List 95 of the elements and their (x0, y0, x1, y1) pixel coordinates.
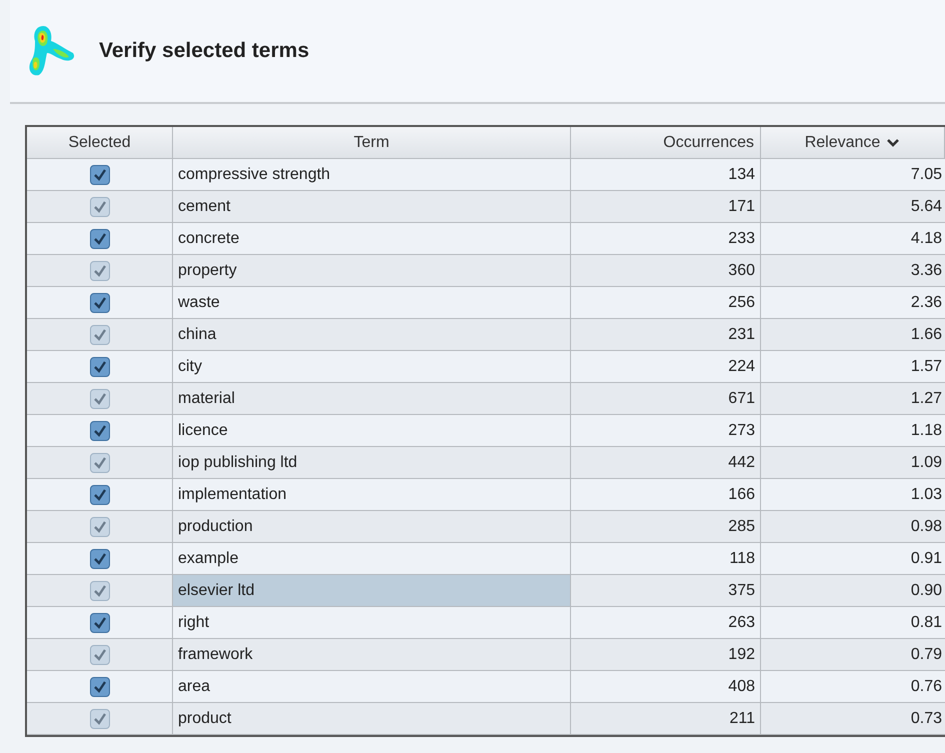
checkbox[interactable] (90, 164, 110, 184)
term-cell[interactable]: concrete (173, 223, 571, 254)
column-header[interactable]: Term (173, 127, 571, 158)
occurrences-cell: 285 (571, 511, 761, 542)
occurrences-cell: 360 (571, 255, 761, 286)
checkmark-icon (92, 552, 106, 566)
checkmark-icon (92, 360, 106, 374)
dialog-title: Verify selected terms (99, 39, 310, 63)
relevance-cell-text: 5.64 (910, 196, 943, 216)
column-header[interactable]: Relevance (761, 127, 945, 158)
occurrences-cell: 171 (571, 191, 761, 222)
term-cell[interactable]: compressive strength (173, 159, 571, 190)
checkmark-icon (92, 712, 106, 726)
checkmark-icon (92, 328, 106, 342)
column-header[interactable]: Occurrences (571, 127, 761, 158)
relevance-cell-text: 1.03 (910, 484, 943, 504)
relevance-cell-text: 0.76 (910, 676, 943, 696)
checkbox[interactable] (90, 356, 110, 376)
term-cell[interactable]: waste (173, 287, 571, 318)
term-cell[interactable]: implementation (173, 479, 571, 510)
checkbox[interactable] (90, 708, 110, 728)
checkmark-icon (92, 424, 106, 438)
relevance-cell-text: 0.81 (910, 612, 943, 632)
term-cell[interactable]: property (173, 255, 571, 286)
occurrences-cell: 256 (571, 287, 761, 318)
relevance-cell-text: 2.36 (910, 292, 943, 312)
occurrences-cell: 134 (571, 159, 761, 190)
occurrences-cell: 166 (571, 479, 761, 510)
checkmark-icon (92, 200, 106, 214)
occurrences-cell: 671 (571, 383, 761, 414)
checkmark-icon (92, 392, 106, 406)
occurrences-cell: 118 (571, 543, 761, 574)
checkbox[interactable] (90, 260, 110, 280)
term-cell[interactable]: example (173, 543, 571, 574)
checkmark-icon (92, 168, 106, 182)
term-cell[interactable]: right (173, 607, 571, 638)
checkmark-icon (92, 456, 106, 470)
checkbox[interactable] (90, 228, 110, 248)
relevance-cell-text: 1.66 (910, 324, 943, 344)
checkbox[interactable] (90, 452, 110, 472)
term-cell[interactable]: area (173, 671, 571, 702)
checkmark-icon (92, 680, 106, 694)
occurrences-cell: 192 (571, 639, 761, 670)
relevance-cell-text: 3.36 (910, 260, 943, 280)
occurrences-cell: 224 (571, 351, 761, 382)
term-cell[interactable]: framework (173, 639, 571, 670)
occurrences-cell: 231 (571, 319, 761, 350)
checkmark-icon (92, 648, 106, 662)
checkmark-icon (92, 264, 106, 278)
term-cell[interactable]: material (173, 383, 571, 414)
checkbox[interactable] (90, 388, 110, 408)
checkbox[interactable] (90, 484, 110, 504)
term-cell[interactable]: china (173, 319, 571, 350)
checkbox[interactable] (90, 516, 110, 536)
term-cell[interactable]: product (173, 703, 571, 734)
checkbox[interactable] (90, 612, 110, 632)
relevance-cell-text: 0.98 (910, 516, 943, 536)
relevance-cell-text: 1.18 (910, 420, 943, 440)
term-cell[interactable]: production (173, 511, 571, 542)
checkmark-icon (92, 616, 106, 630)
term-cell[interactable]: elsevier ltd (173, 575, 571, 606)
term-cell[interactable]: city (173, 351, 571, 382)
checkbox[interactable] (90, 644, 110, 664)
checkbox[interactable] (90, 420, 110, 440)
occurrences-cell: 408 (571, 671, 761, 702)
term-cell[interactable]: licence (173, 415, 571, 446)
relevance-cell-text: 0.90 (910, 580, 943, 600)
checkbox[interactable] (90, 196, 110, 216)
occurrences-cell: 273 (571, 415, 761, 446)
term-cell[interactable]: cement (173, 191, 571, 222)
relevance-cell-text: 0.79 (910, 644, 943, 664)
occurrences-cell: 263 (571, 607, 761, 638)
occurrences-cell: 211 (571, 703, 761, 734)
relevance-cell-text: 7.05 (910, 164, 943, 184)
relevance-cell-text: 1.27 (910, 388, 943, 408)
checkbox[interactable] (90, 292, 110, 312)
checkmark-icon (92, 488, 106, 502)
occurrences-cell: 233 (571, 223, 761, 254)
column-header[interactable]: Selected (27, 127, 173, 158)
checkbox[interactable] (90, 324, 110, 344)
checkbox[interactable] (90, 548, 110, 568)
checkmark-icon (92, 584, 106, 598)
checkmark-icon (92, 296, 106, 310)
term-cell[interactable]: iop publishing ltd (173, 447, 571, 478)
relevance-cell-text: 1.09 (910, 452, 943, 472)
occurrences-cell: 375 (571, 575, 761, 606)
relevance-cell-text: 1.57 (910, 356, 943, 376)
relevance-cell-text: 0.91 (910, 548, 943, 568)
occurrences-cell: 442 (571, 447, 761, 478)
checkbox[interactable] (90, 676, 110, 696)
relevance-cell-text: 4.18 (910, 228, 943, 248)
checkmark-icon (92, 232, 106, 246)
relevance-cell-text: 0.73 (910, 708, 943, 728)
checkbox[interactable] (90, 580, 110, 600)
checkmark-icon (92, 520, 106, 534)
